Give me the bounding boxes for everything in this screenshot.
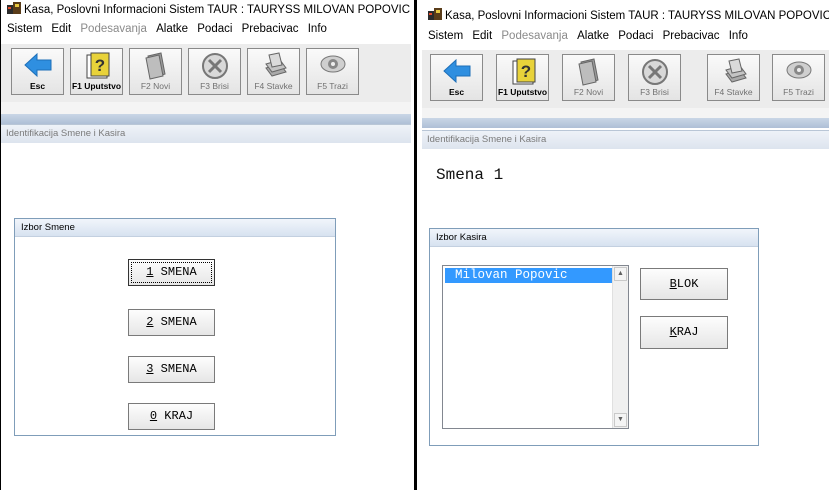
new-document-icon (577, 58, 599, 86)
shift-2-button[interactable]: 2 SMENA (128, 309, 215, 336)
shift-1-button[interactable]: 1 SMENA (128, 259, 215, 286)
menu-bar: Sistem Edit Podesavanja Alatke Podaci Pr… (422, 30, 829, 48)
group-title: Izbor Smene (15, 219, 335, 237)
esc-button[interactable]: Esc (430, 54, 483, 101)
shift-3-button[interactable]: 3 SMENA (128, 356, 215, 383)
exit-button[interactable]: KRAJ (640, 316, 728, 349)
items-button[interactable]: F4 Stavke (707, 54, 760, 101)
list-item[interactable]: Milovan Popovic (445, 268, 612, 283)
cashier-list[interactable]: Milovan Popovic ▲ ▼ (442, 265, 629, 429)
form-caption: Identifikacija Smene i Kasira (1, 124, 411, 143)
menu-info[interactable]: Info (729, 30, 748, 42)
menu-prebacivac[interactable]: Prebacivac (242, 23, 299, 35)
menu-alatke[interactable]: Alatke (156, 23, 188, 35)
toolbar-separator (1, 114, 411, 124)
scroll-down-icon[interactable]: ▼ (614, 413, 627, 427)
search-button[interactable]: F5 Trazi (306, 48, 359, 95)
menu-sistem[interactable]: Sistem (7, 23, 42, 35)
app-icon (428, 8, 442, 20)
group-title: Izbor Kasira (430, 229, 758, 247)
arrow-left-icon (442, 58, 470, 84)
window-divider (414, 0, 417, 490)
scroll-up-icon[interactable]: ▲ (614, 267, 627, 281)
toolbar: Esc ? F1 Uputstvo F2 Novi F3 Brisi F4 St… (422, 50, 829, 108)
new-document-icon (144, 52, 166, 80)
eye-search-icon (786, 61, 811, 79)
menu-alatke[interactable]: Alatke (577, 30, 609, 42)
title-bar: Kasa, Poslovni Informacioni Sistem TAUR … (422, 8, 829, 28)
left-window: Kasa, Poslovni Informacioni Sistem TAUR … (0, 0, 411, 490)
menu-podesavanja[interactable]: Podesavanja (501, 30, 568, 42)
shift-selection-group: Izbor Smene 1 SMENA 2 SMENA 3 SMENA 0 KR… (14, 218, 336, 436)
svg-text:?: ? (94, 56, 104, 75)
toolbar: Esc ? F1 Uputstvo F2 Novi F3 Brisi F4 St… (1, 44, 411, 102)
document-stack-icon (264, 52, 287, 77)
current-shift-label: Smena 1 (436, 166, 504, 184)
menu-podaci[interactable]: Podaci (197, 23, 232, 35)
delete-button[interactable]: F3 Brisi (628, 54, 681, 101)
search-button[interactable]: F5 Trazi (772, 54, 825, 101)
delete-x-icon (641, 59, 668, 85)
items-button[interactable]: F4 Stavke (247, 48, 300, 95)
toolbar-separator (422, 118, 829, 128)
menu-prebacivac[interactable]: Prebacivac (663, 30, 720, 42)
new-button[interactable]: F2 Novi (129, 48, 182, 95)
title-bar: Kasa, Poslovni Informacioni Sistem TAUR … (1, 2, 411, 22)
window-title: Kasa, Poslovni Informacioni Sistem TAUR … (445, 10, 829, 22)
eye-search-icon (320, 55, 345, 73)
new-button[interactable]: F2 Novi (562, 54, 615, 101)
menu-bar: Sistem Edit Podesavanja Alatke Podaci Pr… (1, 23, 411, 41)
help-question-icon: ? (86, 52, 109, 79)
delete-button[interactable]: F3 Brisi (188, 48, 241, 95)
help-button[interactable]: ? F1 Uputstvo (496, 54, 549, 101)
arrow-left-icon (23, 52, 51, 78)
menu-edit[interactable]: Edit (51, 23, 71, 35)
help-question-icon: ? (512, 58, 535, 85)
menu-edit[interactable]: Edit (472, 30, 492, 42)
svg-text:?: ? (520, 62, 530, 81)
delete-x-icon (201, 53, 228, 79)
window-title: Kasa, Poslovni Informacioni Sistem TAUR … (24, 4, 411, 16)
help-button[interactable]: ? F1 Uputstvo (70, 48, 123, 95)
cashier-selection-group: Izbor Kasira Milovan Popovic ▲ ▼ BLOK KR… (429, 228, 759, 446)
exit-button[interactable]: 0 KRAJ (128, 403, 215, 430)
app-icon (7, 2, 21, 14)
right-window: Kasa, Poslovni Informacioni Sistem TAUR … (422, 0, 829, 490)
menu-podaci[interactable]: Podaci (618, 30, 653, 42)
menu-sistem[interactable]: Sistem (428, 30, 463, 42)
form-caption: Identifikacija Smene i Kasira (422, 130, 829, 149)
blok-button[interactable]: BLOK (640, 268, 728, 300)
scrollbar[interactable]: ▲ ▼ (612, 266, 628, 428)
menu-info[interactable]: Info (308, 23, 327, 35)
esc-button[interactable]: Esc (11, 48, 64, 95)
document-stack-icon (724, 58, 747, 83)
menu-podesavanja[interactable]: Podesavanja (80, 23, 147, 35)
